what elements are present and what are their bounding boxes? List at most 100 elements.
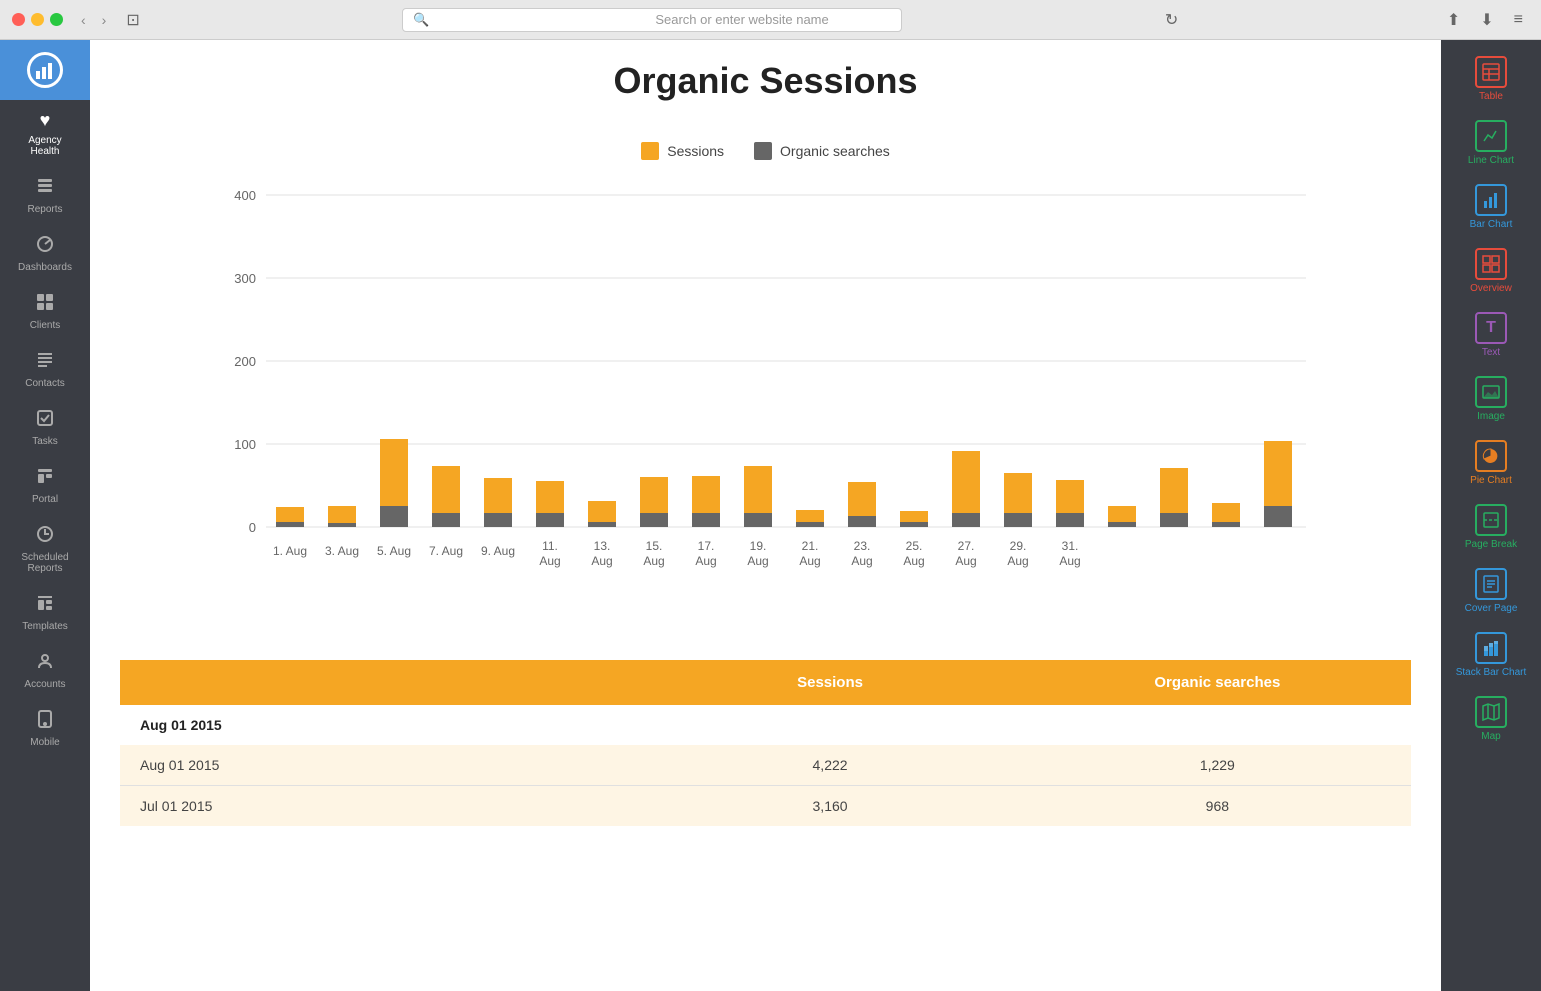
data-table: Sessions Organic searches Aug 01 2015 Au… [120,660,1411,826]
right-panel: Table Line Chart Bar Chart Overview T Te… [1441,40,1541,991]
back-button[interactable]: ‹ [75,10,92,30]
svg-text:31.: 31. [1061,539,1078,553]
svg-text:21.: 21. [801,539,818,553]
download-button[interactable]: ⬇ [1474,8,1499,32]
svg-text:17.: 17. [697,539,714,553]
chart-legend: Sessions Organic searches [120,142,1411,160]
sidebar-logo[interactable] [0,40,90,100]
svg-text:Aug: Aug [799,554,820,568]
cover-page-label: Cover Page [1465,603,1518,614]
sidebar-label-clients: Clients [30,320,61,331]
sidebar-item-contacts[interactable]: Contacts [0,341,90,399]
col-header-empty [120,660,636,705]
minimize-button[interactable] [31,13,44,26]
sidebar-item-portal[interactable]: Portal [0,457,90,515]
menu-button[interactable]: ≡ [1508,8,1529,32]
row-organic-jul01: 968 [1024,786,1411,827]
svg-text:1. Aug: 1. Aug [272,544,306,558]
sidebar-item-tasks[interactable]: Tasks [0,399,90,457]
contacts-icon [36,351,54,374]
map-label: Map [1481,731,1500,742]
svg-text:9. Aug: 9. Aug [480,544,514,558]
table-header-row: Sessions Organic searches [120,660,1411,705]
svg-text:Aug: Aug [539,554,560,568]
line-chart-label: Line Chart [1468,155,1514,166]
panel-item-map[interactable]: Map [1445,688,1537,750]
panel-item-page-break[interactable]: Page Break [1445,496,1537,558]
svg-text:Aug: Aug [1007,554,1028,568]
svg-text:19.: 19. [749,539,766,553]
sessions-swatch [641,142,659,160]
sidebar-item-mobile[interactable]: Mobile [0,700,90,758]
browser-actions: ⬆ ⬇ ≡ [1441,8,1529,32]
svg-text:23.: 23. [853,539,870,553]
svg-text:300: 300 [234,271,256,286]
logo-icon [27,52,63,88]
svg-text:Aug: Aug [695,554,716,568]
svg-text:100: 100 [234,437,256,452]
svg-text:3. Aug: 3. Aug [324,544,358,558]
text-label: Text [1482,347,1500,358]
panel-item-text[interactable]: T Text [1445,304,1537,366]
image-icon [1475,376,1507,408]
svg-text:Aug: Aug [643,554,664,568]
maximize-button[interactable] [50,13,63,26]
panel-item-bar-chart[interactable]: Bar Chart [1445,176,1537,238]
panel-item-stack-bar-chart[interactable]: Stack Bar Chart [1445,624,1537,686]
bar-chart-label: Bar Chart [1470,219,1513,230]
svg-text:13.: 13. [593,539,610,553]
svg-text:25.: 25. [905,539,922,553]
svg-text:0: 0 [248,520,255,535]
dashboards-icon [36,235,54,258]
svg-text:400: 400 [234,188,256,203]
reload-button[interactable]: ↻ [1159,8,1184,32]
panel-item-overview[interactable]: Overview [1445,240,1537,302]
row-label-jul01: Jul 01 2015 [120,786,636,827]
page-break-icon [1475,504,1507,536]
svg-text:200: 200 [234,354,256,369]
organic-swatch [754,142,772,160]
sidebar-label-portal: Portal [32,494,58,505]
forward-button[interactable]: › [96,10,113,30]
overview-label: Overview [1470,283,1512,294]
sidebar-label-accounts: Accounts [24,679,65,690]
address-bar[interactable]: 🔍 Search or enter website name [402,8,902,32]
sidebar-item-dashboards[interactable]: Dashboards [0,225,90,283]
panel-item-line-chart[interactable]: Line Chart [1445,112,1537,174]
sidebar-item-scheduled-reports[interactable]: Scheduled Reports [0,515,90,584]
svg-text:7. Aug: 7. Aug [428,544,462,558]
address-text: Search or enter website name [655,12,891,27]
cover-page-icon [1475,568,1507,600]
stack-bar-chart-icon [1475,632,1507,664]
panel-item-image[interactable]: Image [1445,368,1537,430]
share-button[interactable]: ⬆ [1441,8,1466,32]
sidebar-item-templates[interactable]: Templates [0,584,90,642]
sidebar-item-agency-health[interactable]: ♥ Agency Health [0,100,90,167]
svg-text:Aug: Aug [1059,554,1080,568]
panel-item-pie-chart[interactable]: Pie Chart [1445,432,1537,494]
main-content: Organic Sessions Sessions Organic search… [90,40,1441,991]
sidebar-label-dashboards: Dashboards [18,262,72,273]
sidebar-label-reports: Reports [27,204,62,215]
close-button[interactable] [12,13,25,26]
app-body: ♥ Agency Health Reports Dashboards Clien… [0,40,1541,991]
nav-buttons: ‹ › [75,10,112,30]
sidebar-label-contacts: Contacts [25,378,64,389]
panel-item-table[interactable]: Table [1445,48,1537,110]
panel-item-cover-page[interactable]: Cover Page [1445,560,1537,622]
page-title: Organic Sessions [120,60,1411,102]
table-label: Table [1479,91,1503,102]
row-organic-aug01: 1,229 [1024,745,1411,786]
sidebar-label-mobile: Mobile [30,737,59,748]
svg-text:Aug: Aug [903,554,924,568]
sidebar-item-clients[interactable]: Clients [0,283,90,341]
sidebar-toggle-button[interactable]: ⊡ [120,8,145,32]
map-icon [1475,696,1507,728]
row-label-aug01: Aug 01 2015 [120,745,636,786]
row-sessions-jul01: 3,160 [636,786,1023,827]
group-header-row: Aug 01 2015 [120,705,1411,745]
stack-bar-chart-label: Stack Bar Chart [1456,667,1527,678]
sidebar-item-accounts[interactable]: Accounts [0,642,90,700]
sidebar-item-reports[interactable]: Reports [0,167,90,225]
svg-text:Aug: Aug [955,554,976,568]
